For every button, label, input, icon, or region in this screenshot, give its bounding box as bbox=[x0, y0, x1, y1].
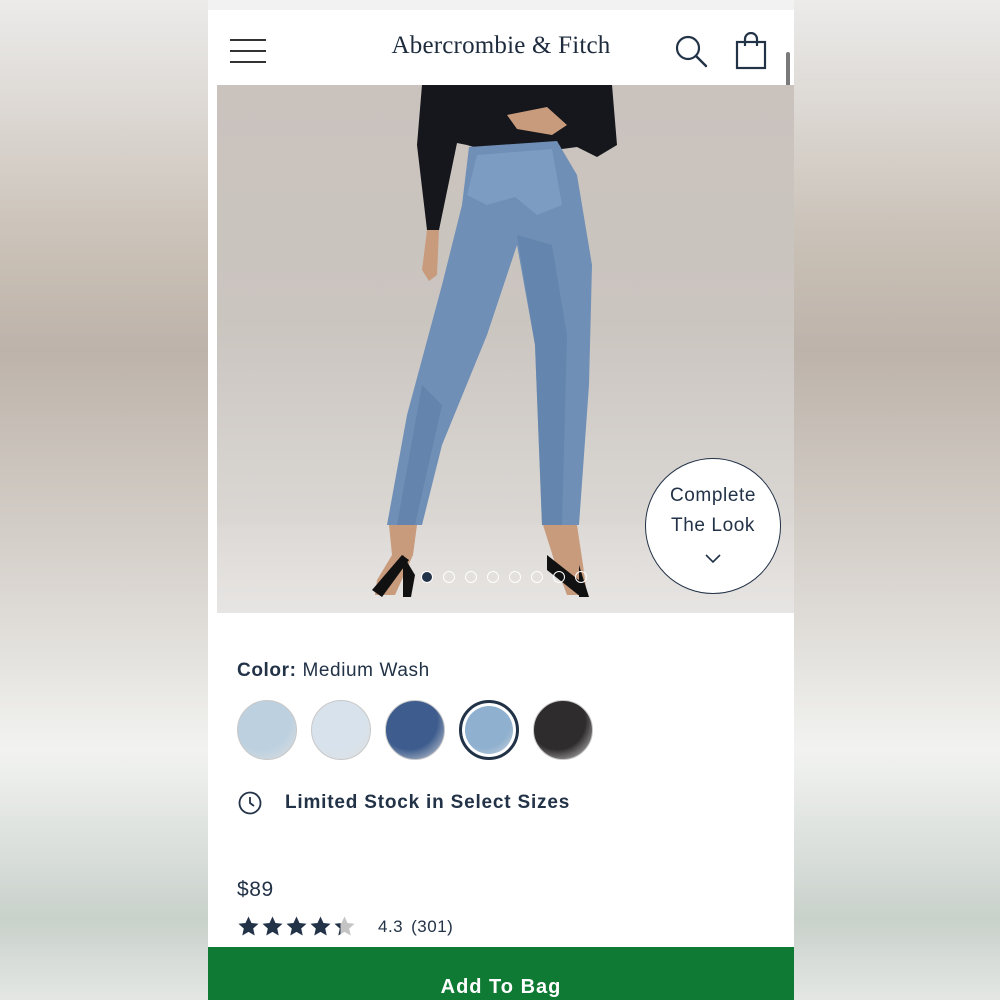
background-blur-right bbox=[792, 0, 1000, 1000]
color-selection-label: Color: Medium Wash bbox=[237, 660, 430, 682]
complete-look-line2: The Look bbox=[670, 515, 756, 536]
pager-dot[interactable] bbox=[553, 571, 565, 583]
pager-dot[interactable] bbox=[465, 571, 477, 583]
status-strip bbox=[208, 0, 794, 10]
pager-dot[interactable] bbox=[509, 571, 521, 583]
site-header: Abercrombie & Fitch bbox=[208, 10, 794, 85]
product-image-carousel[interactable]: Complete The Look bbox=[217, 85, 794, 613]
complete-the-look-button[interactable]: Complete The Look bbox=[645, 458, 781, 594]
pager-dot[interactable] bbox=[531, 571, 543, 583]
image-pager[interactable] bbox=[421, 571, 587, 583]
add-to-bag-button[interactable]: Add To Bag bbox=[208, 947, 794, 1000]
pager-dot[interactable] bbox=[421, 571, 433, 583]
star-icon bbox=[262, 916, 283, 936]
star-icon bbox=[286, 916, 307, 936]
color-value: Medium Wash bbox=[302, 660, 430, 681]
stock-message: Limited Stock in Select Sizes bbox=[285, 792, 571, 813]
product-page: Abercrombie & Fitch Complete The Look Co… bbox=[208, 0, 794, 1000]
chevron-down-icon bbox=[705, 554, 721, 564]
stock-notice: Limited Stock in Select Sizes bbox=[237, 790, 570, 816]
star-icon bbox=[310, 916, 331, 936]
star-icon bbox=[334, 916, 355, 936]
swatch-medium-wash[interactable] bbox=[459, 700, 519, 760]
swatch-dark-wash[interactable] bbox=[385, 700, 445, 760]
swatch-bleach-destroyed-wash[interactable] bbox=[311, 700, 371, 760]
search-icon[interactable] bbox=[674, 34, 708, 68]
shopping-bag-icon[interactable] bbox=[735, 32, 767, 70]
complete-look-line1: Complete bbox=[669, 485, 757, 506]
color-label: Color: bbox=[237, 660, 297, 681]
star-icon bbox=[238, 916, 259, 936]
rating-stars bbox=[237, 915, 356, 938]
swatch-light-destroyed-wash[interactable] bbox=[237, 700, 297, 760]
pager-dot[interactable] bbox=[487, 571, 499, 583]
background-blur-left bbox=[0, 0, 208, 1000]
product-rating[interactable]: 4.3 (301) bbox=[237, 915, 453, 938]
rating-count[interactable]: (301) bbox=[411, 917, 453, 937]
color-swatches bbox=[237, 700, 593, 760]
product-price: $89 bbox=[237, 878, 274, 901]
swatch-black-wash[interactable] bbox=[533, 700, 593, 760]
clock-icon bbox=[238, 791, 262, 815]
pager-dot[interactable] bbox=[575, 571, 587, 583]
rating-value: 4.3 bbox=[378, 916, 404, 936]
pager-dot[interactable] bbox=[443, 571, 455, 583]
